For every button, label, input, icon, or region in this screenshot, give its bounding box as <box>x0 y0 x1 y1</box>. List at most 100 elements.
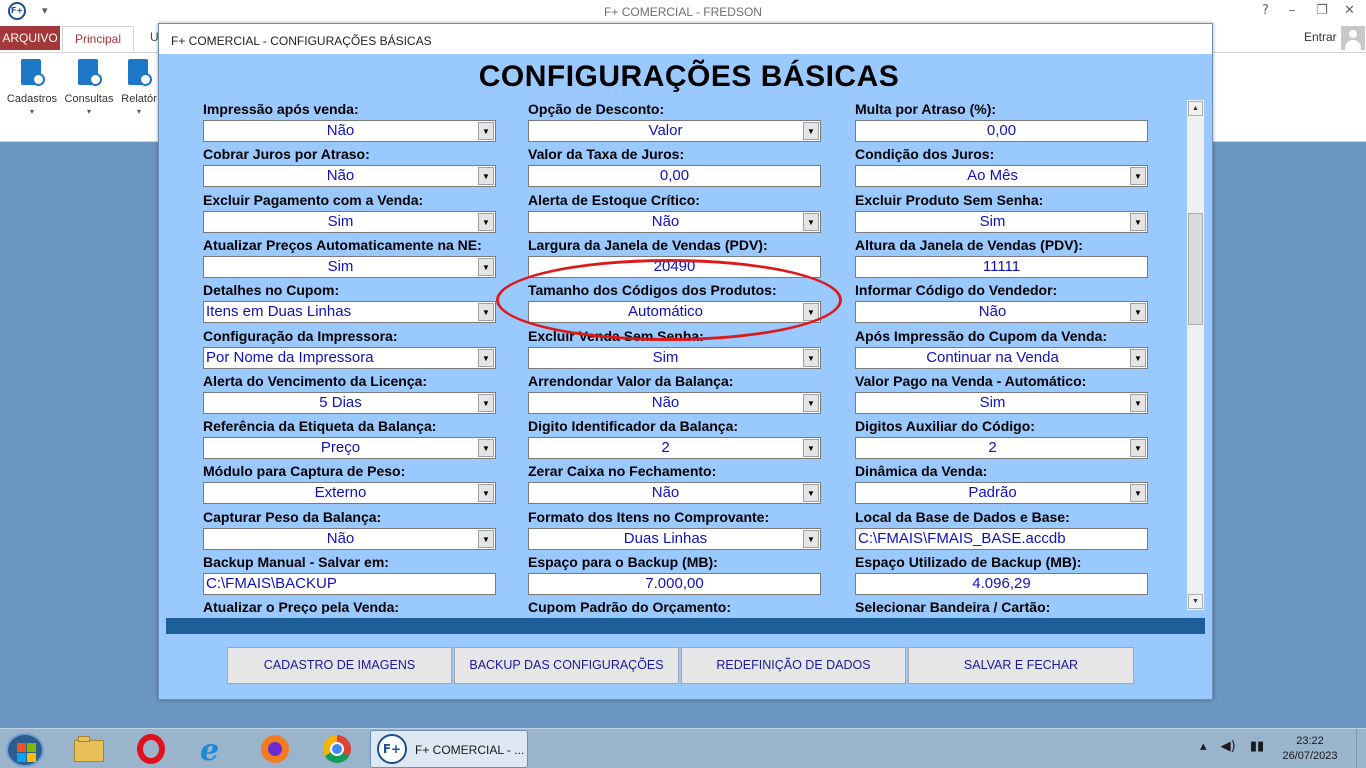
dropdown-arrow-icon[interactable]: ▼ <box>1130 167 1146 185</box>
field-value: Não <box>651 484 680 501</box>
taskbar: e F+ F+ COMERCIAL - ... ▴ ◀) ▮▮ 23:22 26… <box>0 728 1366 768</box>
field-input[interactable]: 7.000,00 <box>528 573 821 595</box>
dropdown-arrow-icon[interactable]: ▼ <box>1130 484 1146 502</box>
firefox-icon[interactable] <box>259 733 291 765</box>
dropdown-arrow-icon[interactable]: ▼ <box>478 530 494 548</box>
tray-chevron-icon[interactable]: ▴ <box>1200 739 1207 754</box>
field-input[interactable]: 4.096,29 <box>855 573 1148 595</box>
dropdown-arrow-icon[interactable]: ▼ <box>803 349 819 367</box>
dropdown-arrow-icon[interactable]: ▼ <box>803 484 819 502</box>
field-label: Selecionar Bandeira / Cartão: <box>855 599 1051 614</box>
volume-icon[interactable]: ◀) <box>1221 739 1236 754</box>
field-select[interactable]: Não ▼ <box>203 120 496 142</box>
taskbar-clock[interactable]: 23:22 26/07/2023 <box>1276 734 1344 764</box>
field-select[interactable]: 2 ▼ <box>855 437 1148 459</box>
field-input[interactable]: 11111 <box>855 256 1148 278</box>
field-select[interactable]: Sim ▼ <box>203 256 496 278</box>
dropdown-arrow-icon[interactable]: ▼ <box>803 530 819 548</box>
dropdown-arrow-icon[interactable]: ▼ <box>478 167 494 185</box>
field-select[interactable]: Duas Linhas ▼ <box>528 528 821 550</box>
field-select[interactable]: 5 Dias ▼ <box>203 392 496 414</box>
field-select[interactable]: Por Nome da Impressora ▼ <box>203 347 496 369</box>
field-select[interactable]: Valor ▼ <box>528 120 821 142</box>
dropdown-arrow-icon[interactable]: ▼ <box>478 349 494 367</box>
field-label: Opção de Desconto: <box>528 101 665 117</box>
field-label: Impressão após venda: <box>203 101 359 117</box>
internet-explorer-icon[interactable]: e <box>197 733 229 768</box>
field-value: Não <box>326 530 355 547</box>
dialog-titlebar[interactable]: F+ COMERCIAL - CONFIGURAÇÕES BÁSICAS <box>159 24 1212 54</box>
dropdown-arrow-icon[interactable]: ▼ <box>478 258 494 276</box>
field-select[interactable]: Preço ▼ <box>203 437 496 459</box>
dropdown-arrow-icon[interactable]: ▼ <box>478 303 494 321</box>
field-select[interactable]: Não ▼ <box>203 165 496 187</box>
dropdown-arrow-icon[interactable]: ▼ <box>478 122 494 140</box>
dropdown-arrow-icon[interactable]: ▼ <box>478 394 494 412</box>
dropdown-arrow-icon[interactable]: ▼ <box>478 213 494 231</box>
network-icon[interactable]: ▮▮ <box>1250 739 1264 754</box>
field-select[interactable]: Não ▼ <box>528 392 821 414</box>
field-select[interactable]: Ao Mês ▼ <box>855 165 1148 187</box>
dropdown-arrow-icon[interactable]: ▼ <box>1130 303 1146 321</box>
backup-config-button[interactable]: BACKUP DAS CONFIGURAÇÕES <box>454 647 679 684</box>
scroll-up-icon[interactable]: ▲ <box>1188 101 1203 116</box>
dropdown-arrow-icon[interactable]: ▼ <box>803 213 819 231</box>
app-titlebar: F+ ▾ F+ COMERCIAL - FREDSON ? – ❐ ✕ <box>0 0 1366 24</box>
dropdown-arrow-icon[interactable]: ▼ <box>1130 439 1146 457</box>
file-explorer-icon[interactable] <box>73 733 105 765</box>
dropdown-arrow-icon[interactable]: ▼ <box>803 394 819 412</box>
cadastros-button[interactable]: Cadastros ▾ <box>4 57 60 116</box>
taskbar-app-fcomercial[interactable]: F+ F+ COMERCIAL - ... <box>370 730 528 768</box>
field-select[interactable]: Não ▼ <box>528 211 821 233</box>
relatorios-button[interactable]: Relatór ▾ <box>118 57 160 116</box>
scroll-down-icon[interactable]: ▼ <box>1188 594 1203 609</box>
field-select[interactable]: Externo ▼ <box>203 482 496 504</box>
redefinicao-dados-button[interactable]: REDEFINIÇÃO DE DADOS <box>681 647 906 684</box>
form-scrollbar[interactable]: ▲ ▼ <box>1187 100 1204 610</box>
salvar-fechar-button[interactable]: SALVAR E FECHAR <box>908 647 1134 684</box>
system-tray[interactable]: ▴ ◀) ▮▮ <box>1200 739 1264 754</box>
field-label: Informar Código do Vendedor: <box>855 282 1058 298</box>
field-input[interactable]: 0,00 <box>855 120 1148 142</box>
chrome-icon[interactable] <box>321 733 353 765</box>
dropdown-arrow-icon[interactable]: ▼ <box>1130 349 1146 367</box>
dropdown-arrow-icon[interactable]: ▼ <box>478 484 494 502</box>
dropdown-arrow-icon[interactable]: ▼ <box>803 122 819 140</box>
tab-principal[interactable]: Principal <box>62 26 134 52</box>
dropdown-arrow-icon[interactable]: ▼ <box>1130 213 1146 231</box>
field-select[interactable]: 2 ▼ <box>528 437 821 459</box>
dropdown-arrow-icon[interactable]: ▼ <box>803 439 819 457</box>
field-select[interactable]: Não ▼ <box>203 528 496 550</box>
consultas-button[interactable]: Consultas ▾ <box>61 57 117 116</box>
minimize-icon[interactable]: – <box>1289 3 1296 18</box>
field-select[interactable]: Sim ▼ <box>855 392 1148 414</box>
field-value: Não <box>651 213 680 230</box>
avatar[interactable] <box>1341 26 1365 50</box>
restore-icon[interactable]: ❐ <box>1316 3 1328 18</box>
field-select[interactable]: Sim ▼ <box>528 347 821 369</box>
field-select[interactable]: Sim ▼ <box>855 211 1148 233</box>
tab-arquivo[interactable]: ARQUIVO <box>0 26 60 50</box>
field-input[interactable]: C:\FMAIS\FMAIS_BASE.accdb <box>855 528 1148 550</box>
field-select[interactable]: Continuar na Venda ▼ <box>855 347 1148 369</box>
cadastro-imagens-button[interactable]: CADASTRO DE IMAGENS <box>227 647 452 684</box>
field-select[interactable]: Itens em Duas Linhas ▼ <box>203 301 496 323</box>
field-input[interactable]: 0,00 <box>528 165 821 187</box>
field-select[interactable]: Padrão ▼ <box>855 482 1148 504</box>
close-icon[interactable]: ✕ <box>1344 3 1355 18</box>
dropdown-arrow-icon[interactable]: ▼ <box>478 439 494 457</box>
field-select[interactable]: Não ▼ <box>528 482 821 504</box>
field-input[interactable]: C:\FMAIS\BACKUP <box>203 573 496 595</box>
signin-link[interactable]: Entrar <box>1304 30 1337 44</box>
field-value: Valor <box>648 122 683 139</box>
opera-icon[interactable] <box>135 733 167 765</box>
help-icon[interactable]: ? <box>1262 3 1269 18</box>
field-label: Referência da Etiqueta da Balança: <box>203 418 437 434</box>
field-select[interactable]: Sim ▼ <box>203 211 496 233</box>
show-desktop-button[interactable] <box>1356 729 1366 768</box>
scroll-thumb[interactable] <box>1188 213 1203 325</box>
field-select[interactable]: Não ▼ <box>855 301 1148 323</box>
field-label: Largura da Janela de Vendas (PDV): <box>528 237 768 253</box>
start-button[interactable] <box>6 733 44 767</box>
dropdown-arrow-icon[interactable]: ▼ <box>1130 394 1146 412</box>
